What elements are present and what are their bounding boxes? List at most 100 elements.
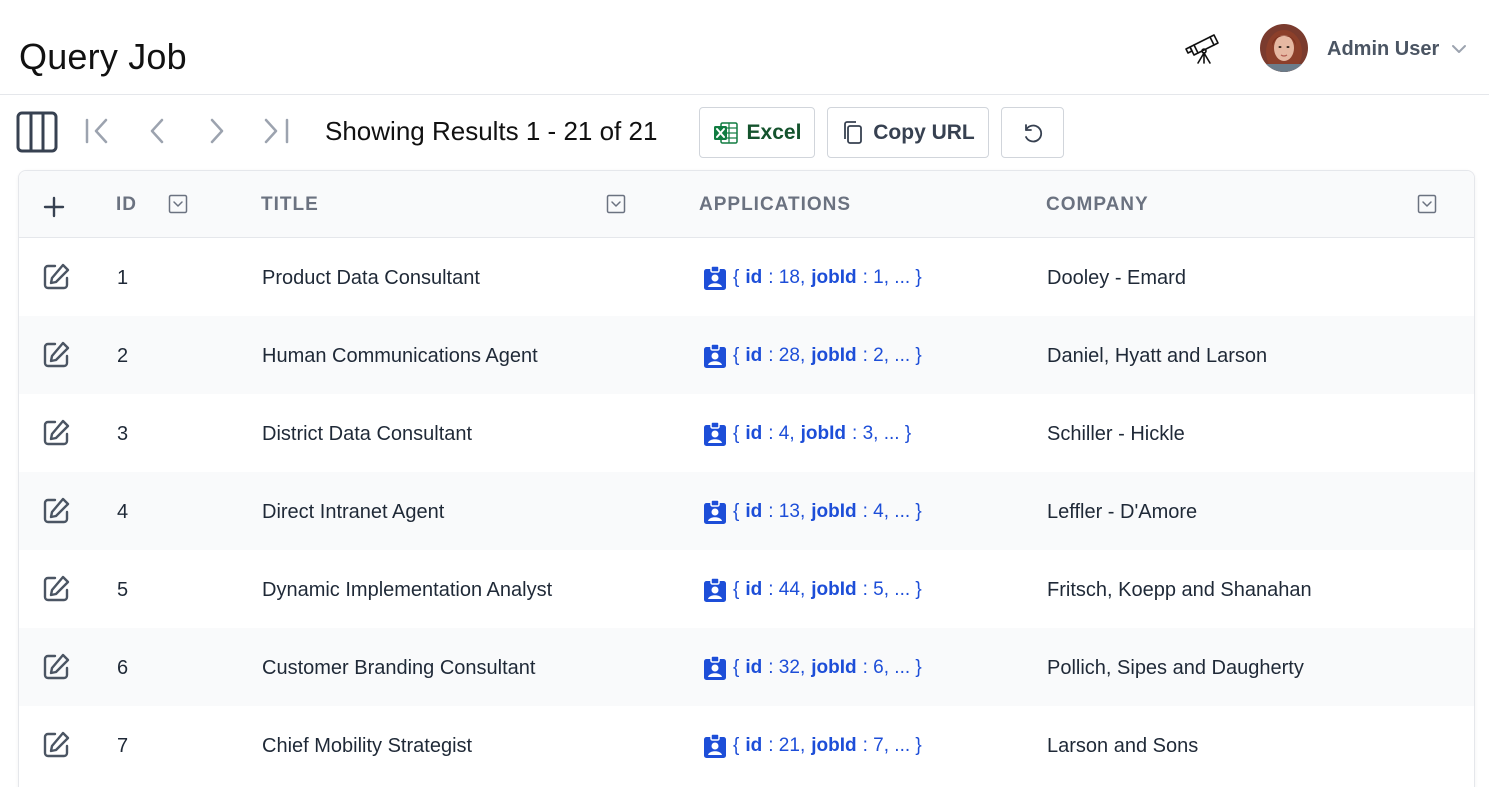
application-open: { (733, 657, 740, 678)
application-value: : 32, (768, 657, 806, 678)
cell-title: Dynamic Implementation Analyst (262, 579, 553, 601)
table-row: 6 Customer Branding Consultant {id: 32, … (19, 628, 1474, 706)
contact-icon (704, 733, 726, 758)
application-key: jobId (811, 267, 857, 288)
column-header-id[interactable]: ID (116, 194, 137, 216)
application-key: jobId (811, 345, 857, 366)
contact-icon (704, 577, 726, 602)
cell-title: Human Communications Agent (262, 345, 538, 367)
chevron-down-icon[interactable] (1450, 40, 1468, 58)
plus-icon[interactable] (42, 195, 66, 219)
cell-id: 2 (117, 345, 129, 367)
cell-company: Dooley - Emard (1047, 267, 1186, 289)
undo-icon (1024, 123, 1042, 142)
application-value: : 13, (768, 501, 806, 522)
edit-icon[interactable] (41, 652, 71, 682)
cell-title: Chief Mobility Strategist (262, 735, 473, 757)
cell-id: 6 (117, 657, 129, 679)
cell-id: 4 (117, 501, 129, 523)
reset-button[interactable] (1001, 107, 1064, 158)
application-link[interactable]: {id: 28, jobId: 2, ... } (703, 343, 922, 369)
filter-icon[interactable] (1417, 194, 1437, 214)
cell-title: District Data Consultant (262, 423, 473, 445)
table-row: 1 Product Data Consultant {id: 18, jobId… (19, 238, 1474, 316)
page-title: Query Job (19, 36, 187, 77)
application-value: : 21, (768, 735, 806, 756)
table-row: 5 Dynamic Implementation Analyst {id: 44… (19, 550, 1474, 628)
filter-icon[interactable] (606, 194, 626, 214)
user-menu-name[interactable]: Admin User (1327, 38, 1439, 61)
cell-company: Pollich, Sipes and Daugherty (1047, 657, 1304, 679)
last-page-icon[interactable] (258, 115, 294, 147)
columns-icon[interactable] (16, 111, 58, 153)
previous-page-icon[interactable] (142, 115, 174, 147)
application-value: : 2, ... } (862, 345, 922, 366)
copy-url-button[interactable]: Copy URL (827, 107, 989, 158)
contact-icon (704, 421, 726, 446)
cell-company: Schiller - Hickle (1047, 423, 1185, 445)
application-link[interactable]: {id: 21, jobId: 7, ... } (703, 733, 922, 759)
application-link[interactable]: {id: 18, jobId: 1, ... } (703, 265, 922, 291)
application-key: id (745, 423, 763, 444)
cell-id: 1 (117, 267, 129, 289)
column-header-title[interactable]: TITLE (261, 194, 319, 216)
application-open: { (733, 267, 740, 288)
avatar[interactable] (1260, 24, 1308, 72)
application-value: : 4, (768, 423, 795, 444)
application-value: : 3, ... } (852, 423, 912, 444)
edit-icon[interactable] (41, 496, 71, 526)
application-link[interactable]: {id: 44, jobId: 5, ... } (703, 577, 922, 603)
application-value: : 1, ... } (862, 267, 922, 288)
application-key: jobId (800, 423, 847, 444)
filter-icon[interactable] (168, 194, 188, 214)
application-open: { (733, 345, 740, 366)
application-link[interactable]: {id: 13, jobId: 4, ... } (703, 499, 922, 525)
contact-icon (704, 499, 726, 524)
copy-url-label: Copy URL (873, 120, 975, 144)
application-key: id (745, 267, 763, 288)
cell-company: Daniel, Hyatt and Larson (1047, 345, 1268, 367)
application-value: : 4, ... } (862, 501, 922, 522)
application-key: id (745, 501, 763, 522)
edit-icon[interactable] (41, 340, 71, 370)
telescope-icon[interactable] (1184, 27, 1224, 67)
table-header: ID TITLE APPLICATIONS COMPANY (19, 171, 1474, 238)
first-page-icon[interactable] (82, 115, 114, 147)
excel-export-button[interactable]: Excel (699, 107, 815, 158)
application-key: id (745, 579, 763, 600)
results-summary: Showing Results 1 - 21 of 21 (325, 116, 658, 146)
application-link[interactable]: {id: 4, jobId: 3, ... } (703, 421, 911, 447)
application-key: id (745, 735, 763, 756)
contact-icon (704, 343, 726, 368)
cell-id: 3 (117, 423, 129, 445)
edit-icon[interactable] (41, 418, 71, 448)
application-key: id (745, 345, 763, 366)
cell-title: Direct Intranet Agent (262, 501, 445, 523)
excel-label: Excel (746, 120, 802, 144)
table-row: 7 Chief Mobility Strategist {id: 21, job… (19, 706, 1474, 784)
application-value: : 44, (768, 579, 806, 600)
cell-company: Fritsch, Koepp and Shanahan (1047, 579, 1312, 601)
application-key: jobId (811, 735, 857, 756)
application-value: : 7, ... } (862, 735, 922, 756)
edit-icon[interactable] (41, 574, 71, 604)
cell-id: 7 (117, 735, 129, 757)
column-header-applications[interactable]: APPLICATIONS (699, 194, 851, 216)
cell-company: Leffler - D'Amore (1047, 501, 1198, 523)
application-key: id (745, 657, 763, 678)
next-page-icon[interactable] (200, 115, 232, 147)
application-open: { (733, 501, 740, 522)
table-row: 2 Human Communications Agent {id: 28, jo… (19, 316, 1474, 394)
column-header-company[interactable]: COMPANY (1046, 194, 1149, 216)
application-key: jobId (811, 579, 857, 600)
data-table: ID TITLE APPLICATIONS COMPANY 1 Product … (18, 170, 1475, 787)
edit-icon[interactable] (41, 262, 71, 292)
cell-title: Customer Branding Consultant (262, 657, 536, 679)
application-link[interactable]: {id: 32, jobId: 6, ... } (703, 655, 922, 681)
edit-icon[interactable] (41, 730, 71, 760)
top-bar: Query Job Admin User (0, 0, 1489, 95)
contact-icon (704, 265, 726, 290)
contact-icon (704, 655, 726, 680)
application-value: : 18, (768, 267, 806, 288)
cell-title: Product Data Consultant (262, 267, 480, 289)
